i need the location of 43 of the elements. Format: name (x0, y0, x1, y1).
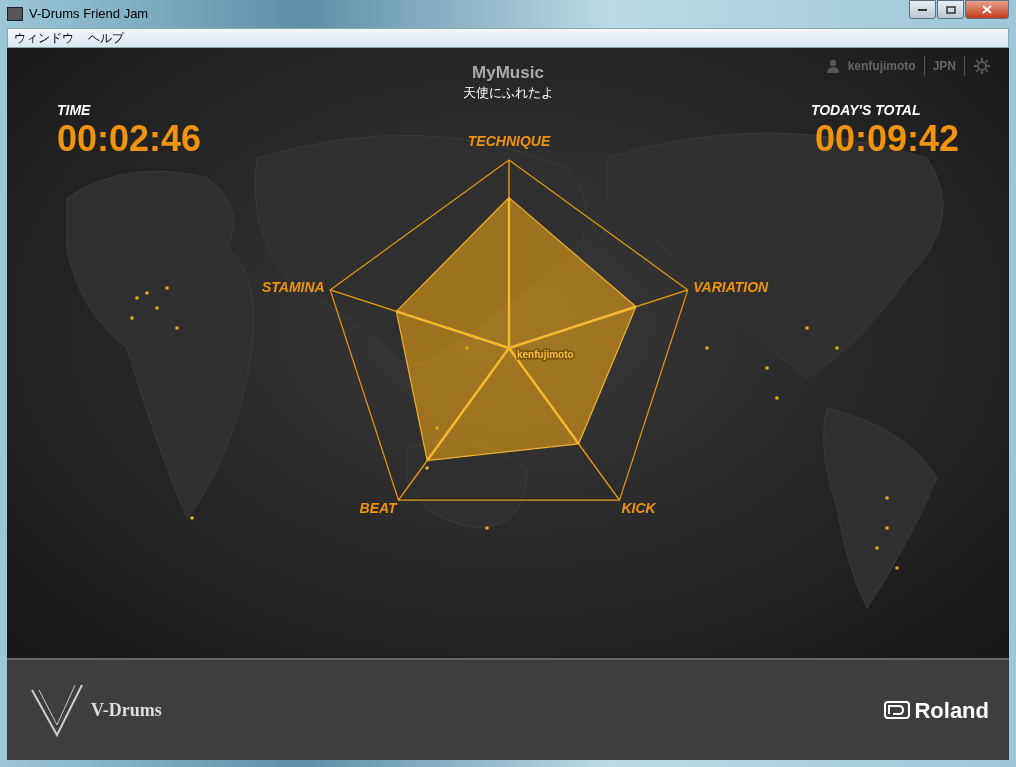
player-dot (145, 291, 149, 295)
close-icon (982, 5, 992, 14)
axis-label: KICK (621, 500, 656, 517)
roland-mark-icon (884, 701, 911, 719)
player-label: kenfujimoto (517, 349, 574, 360)
menu-item[interactable]: ウィンドウ (14, 29, 74, 47)
maximize-button[interactable] (937, 0, 964, 19)
player-dot (190, 516, 194, 520)
menu-item[interactable]: ヘルプ (88, 29, 124, 47)
player-dot (895, 566, 899, 570)
player-dot (130, 316, 134, 320)
player-dot (425, 466, 429, 470)
axis-label: BEAT (359, 500, 397, 517)
axis-label: TECHNIQUE (467, 133, 551, 149)
player-dot (165, 286, 169, 290)
player-dot (875, 546, 879, 550)
player-dot (175, 326, 179, 330)
player-dot (835, 346, 839, 350)
player-dot (805, 326, 809, 330)
axis-label: VARIATION (693, 278, 769, 295)
song-title: 天使にふれたよ (462, 83, 554, 102)
player-dot (705, 346, 709, 350)
player-dot (775, 396, 779, 400)
category-title: MyMusic (472, 64, 544, 83)
player-dot (885, 526, 889, 530)
window-title: V-Drums Friend Jam (29, 5, 149, 24)
time-value: 00:02:46 (57, 121, 202, 157)
player-dot (465, 346, 469, 350)
maximize-icon (945, 5, 956, 14)
close-button[interactable] (965, 0, 1009, 19)
v-drums-logo: V-Drums (91, 698, 162, 722)
total-label: TODAY'S TOTAL (810, 101, 922, 120)
player-dot (135, 296, 139, 300)
time-label: TIME (57, 101, 92, 120)
player-dot (155, 306, 159, 310)
player-dot (885, 496, 889, 500)
player-dot (435, 426, 439, 430)
axis-label: STAMINA (261, 278, 325, 295)
player-dot (765, 366, 769, 370)
player-dot (485, 526, 489, 530)
minimize-button[interactable] (909, 0, 936, 19)
total-value: 00:09:42 (814, 121, 959, 157)
roland-logo: Roland (914, 696, 989, 725)
